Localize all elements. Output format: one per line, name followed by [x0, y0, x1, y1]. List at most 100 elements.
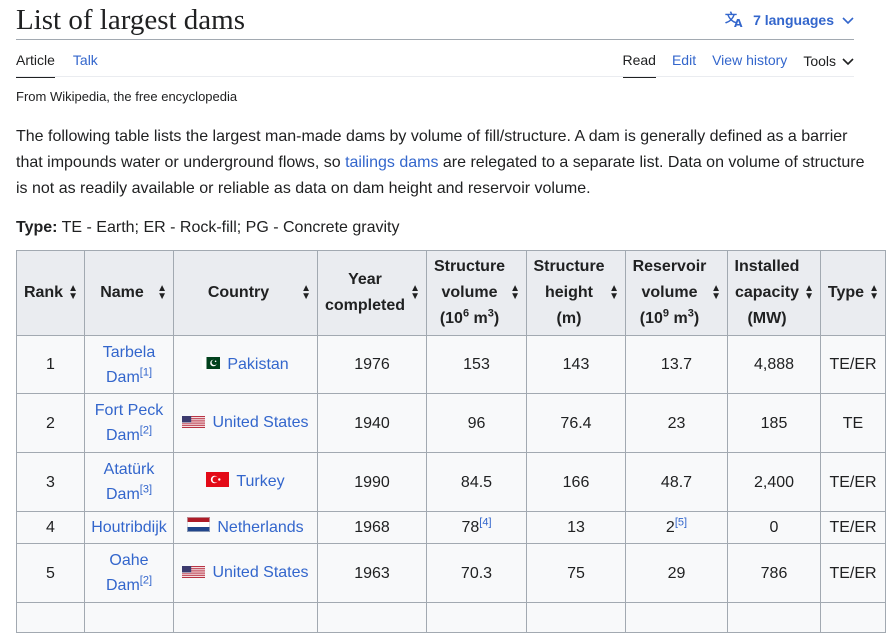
- sort-icon: ▲ ▼: [510, 283, 520, 302]
- type-legend-text: TE - Earth; ER - Rock-fill; PG - Concret…: [57, 219, 400, 236]
- cell-rank: 3: [16, 452, 85, 512]
- tab-read[interactable]: Read: [622, 46, 656, 78]
- country-link[interactable]: Pakistan: [227, 356, 288, 373]
- cell-country: United States: [173, 393, 318, 453]
- cell-reservoir-volume: 13.7: [625, 335, 728, 394]
- dam-name-link[interactable]: Houtribdijk: [91, 519, 167, 536]
- cell-year: 1940: [317, 393, 427, 453]
- dam-name-link[interactable]: Atatürk Dam: [104, 461, 155, 503]
- cell-structure-volume: 153: [426, 335, 527, 394]
- country-flag-icon: [187, 515, 211, 540]
- header-type[interactable]: Type ▲ ▼: [820, 250, 886, 336]
- dams-table: Rank ▲ ▼ Name ▲ ▼ Country ▲ ▼ Year completed ▲ ▼ …: [16, 250, 886, 633]
- cell-structure-height: 76.4: [526, 393, 626, 453]
- cell-type: TE/ER: [820, 543, 886, 603]
- cell-structure-volume: 84.5: [426, 452, 527, 512]
- reference-link[interactable]: [3]: [140, 484, 152, 496]
- header-year[interactable]: Year completed ▲ ▼: [317, 250, 427, 336]
- cell-installed-capacity: 786: [727, 543, 821, 603]
- svg-text:A: A: [734, 17, 743, 28]
- reference-link[interactable]: [5]: [675, 517, 687, 529]
- cell-reservoir-volume: 48.7: [625, 452, 728, 512]
- tabs-divider: [16, 76, 854, 77]
- country-link[interactable]: Netherlands: [217, 519, 303, 536]
- country-flag-icon: [182, 411, 206, 436]
- sort-icon: ▲ ▼: [301, 283, 311, 302]
- sort-icon: ▲ ▼: [711, 283, 721, 302]
- cell-structure-height: 166: [526, 452, 626, 512]
- language-count: 7 languages: [753, 12, 834, 28]
- cell-rank: 1: [16, 335, 85, 394]
- language-selector[interactable]: 文 A 7 languages: [725, 10, 854, 30]
- cell-reservoir-volume: 29: [625, 543, 728, 603]
- table-row: 4 Houtribdijk Netherlands 1968 78[4] 13 2[5] 0 T…: [16, 511, 886, 544]
- header-structure-volume[interactable]: Structure volume (106 m3) ▲ ▼: [426, 250, 527, 336]
- dam-name-link[interactable]: Tarbela Dam: [103, 344, 155, 386]
- cell-reservoir-volume: 23: [625, 393, 728, 453]
- table-row: 3 Atatürk Dam[3] Turkey 1990 84.5 166 48.7 2,400…: [16, 452, 886, 512]
- tools-menu[interactable]: Tools: [803, 46, 854, 78]
- country-link[interactable]: Turkey: [236, 473, 284, 490]
- table-row: 2 Fort Peck Dam[2] United States 1940 96 76.4 2…: [16, 393, 886, 453]
- sort-icon: ▲ ▼: [804, 283, 814, 302]
- chevron-down-icon: [842, 53, 854, 69]
- page-title: List of largest dams: [16, 4, 246, 36]
- header-reservoir-volume[interactable]: Reservoir volume (109 m3) ▲ ▼: [625, 250, 728, 336]
- table-row: 5 Oahe Dam[2] United States 1963 70.3 75 29 786 T…: [16, 543, 886, 603]
- header-name[interactable]: Name ▲ ▼: [84, 250, 174, 336]
- tab-talk[interactable]: Talk: [73, 46, 98, 78]
- country-link[interactable]: United States: [212, 414, 308, 431]
- cell-structure-volume: 96: [426, 393, 527, 453]
- tab-view-history[interactable]: View history: [712, 46, 787, 78]
- cell-country: Turkey: [173, 452, 318, 512]
- cell-installed-capacity: 4,888: [727, 335, 821, 394]
- cell-type: TE/ER: [820, 452, 886, 512]
- header-installed-capacity[interactable]: Installed capacity (MW) ▲ ▼: [727, 250, 821, 336]
- reference-link[interactable]: [4]: [479, 517, 491, 529]
- tab-article[interactable]: Article: [16, 46, 55, 78]
- reference-link[interactable]: [2]: [140, 575, 152, 587]
- sort-icon: ▲ ▼: [157, 283, 167, 302]
- reference-link[interactable]: [2]: [140, 425, 152, 437]
- cell-structure-volume: 70.3: [426, 543, 527, 603]
- dam-name-link[interactable]: Fort Peck Dam: [95, 402, 163, 444]
- site-tagline: From Wikipedia, the free encyclopedia: [16, 89, 238, 104]
- tab-edit[interactable]: Edit: [672, 46, 696, 78]
- cell-structure-height: 143: [526, 335, 626, 394]
- translate-icon: 文 A: [725, 10, 745, 31]
- tailings-dams-link[interactable]: tailings dams: [345, 154, 438, 171]
- cell-type: TE/ER: [820, 335, 886, 394]
- cell-type: TE: [820, 393, 886, 453]
- dam-name-link[interactable]: Oahe Dam: [106, 552, 149, 594]
- type-legend-label: Type:: [16, 219, 58, 236]
- cell-installed-capacity: 0: [727, 511, 821, 544]
- cell-year: 1976: [317, 335, 427, 394]
- cell-country: Netherlands: [173, 511, 318, 544]
- table-row: 1 Tarbela Dam[1] Pakistan 1976 153 143 13.7 4,88…: [16, 335, 886, 394]
- cell-year: 1968: [317, 511, 427, 544]
- cell-name: Oahe Dam[2]: [84, 543, 174, 603]
- cell-installed-capacity: 2,400: [727, 452, 821, 512]
- header-structure-height[interactable]: Structure height (m) ▲ ▼: [526, 250, 626, 336]
- cell-rank: 4: [16, 511, 85, 544]
- title-divider: [16, 39, 854, 40]
- cell-year: 1990: [317, 452, 427, 512]
- header-country[interactable]: Country ▲ ▼: [173, 250, 318, 336]
- type-legend: Type: TE - Earth; ER - Rock-fill; PG - C…: [16, 219, 400, 237]
- cell-name: Fort Peck Dam[2]: [84, 393, 174, 453]
- country-flag-icon: [206, 470, 230, 495]
- reference-link[interactable]: [1]: [140, 366, 152, 378]
- cell-reservoir-volume: 2[5]: [625, 511, 728, 544]
- country-flag-icon: [182, 561, 206, 586]
- country-flag-icon: [202, 352, 221, 377]
- cell-structure-height: 13: [526, 511, 626, 544]
- header-rank[interactable]: Rank ▲ ▼: [16, 250, 85, 336]
- view-tabs: Read Edit View history Tools: [607, 46, 855, 78]
- tools-label: Tools: [803, 53, 836, 69]
- table-header-row: Rank ▲ ▼ Name ▲ ▼ Country ▲ ▼ Year completed ▲ ▼ …: [16, 250, 886, 336]
- sort-icon: ▲ ▼: [609, 283, 619, 302]
- sort-icon: ▲ ▼: [869, 283, 879, 302]
- cell-structure-height: 75: [526, 543, 626, 603]
- country-link[interactable]: United States: [212, 564, 308, 581]
- cell-name: Houtribdijk: [84, 511, 174, 544]
